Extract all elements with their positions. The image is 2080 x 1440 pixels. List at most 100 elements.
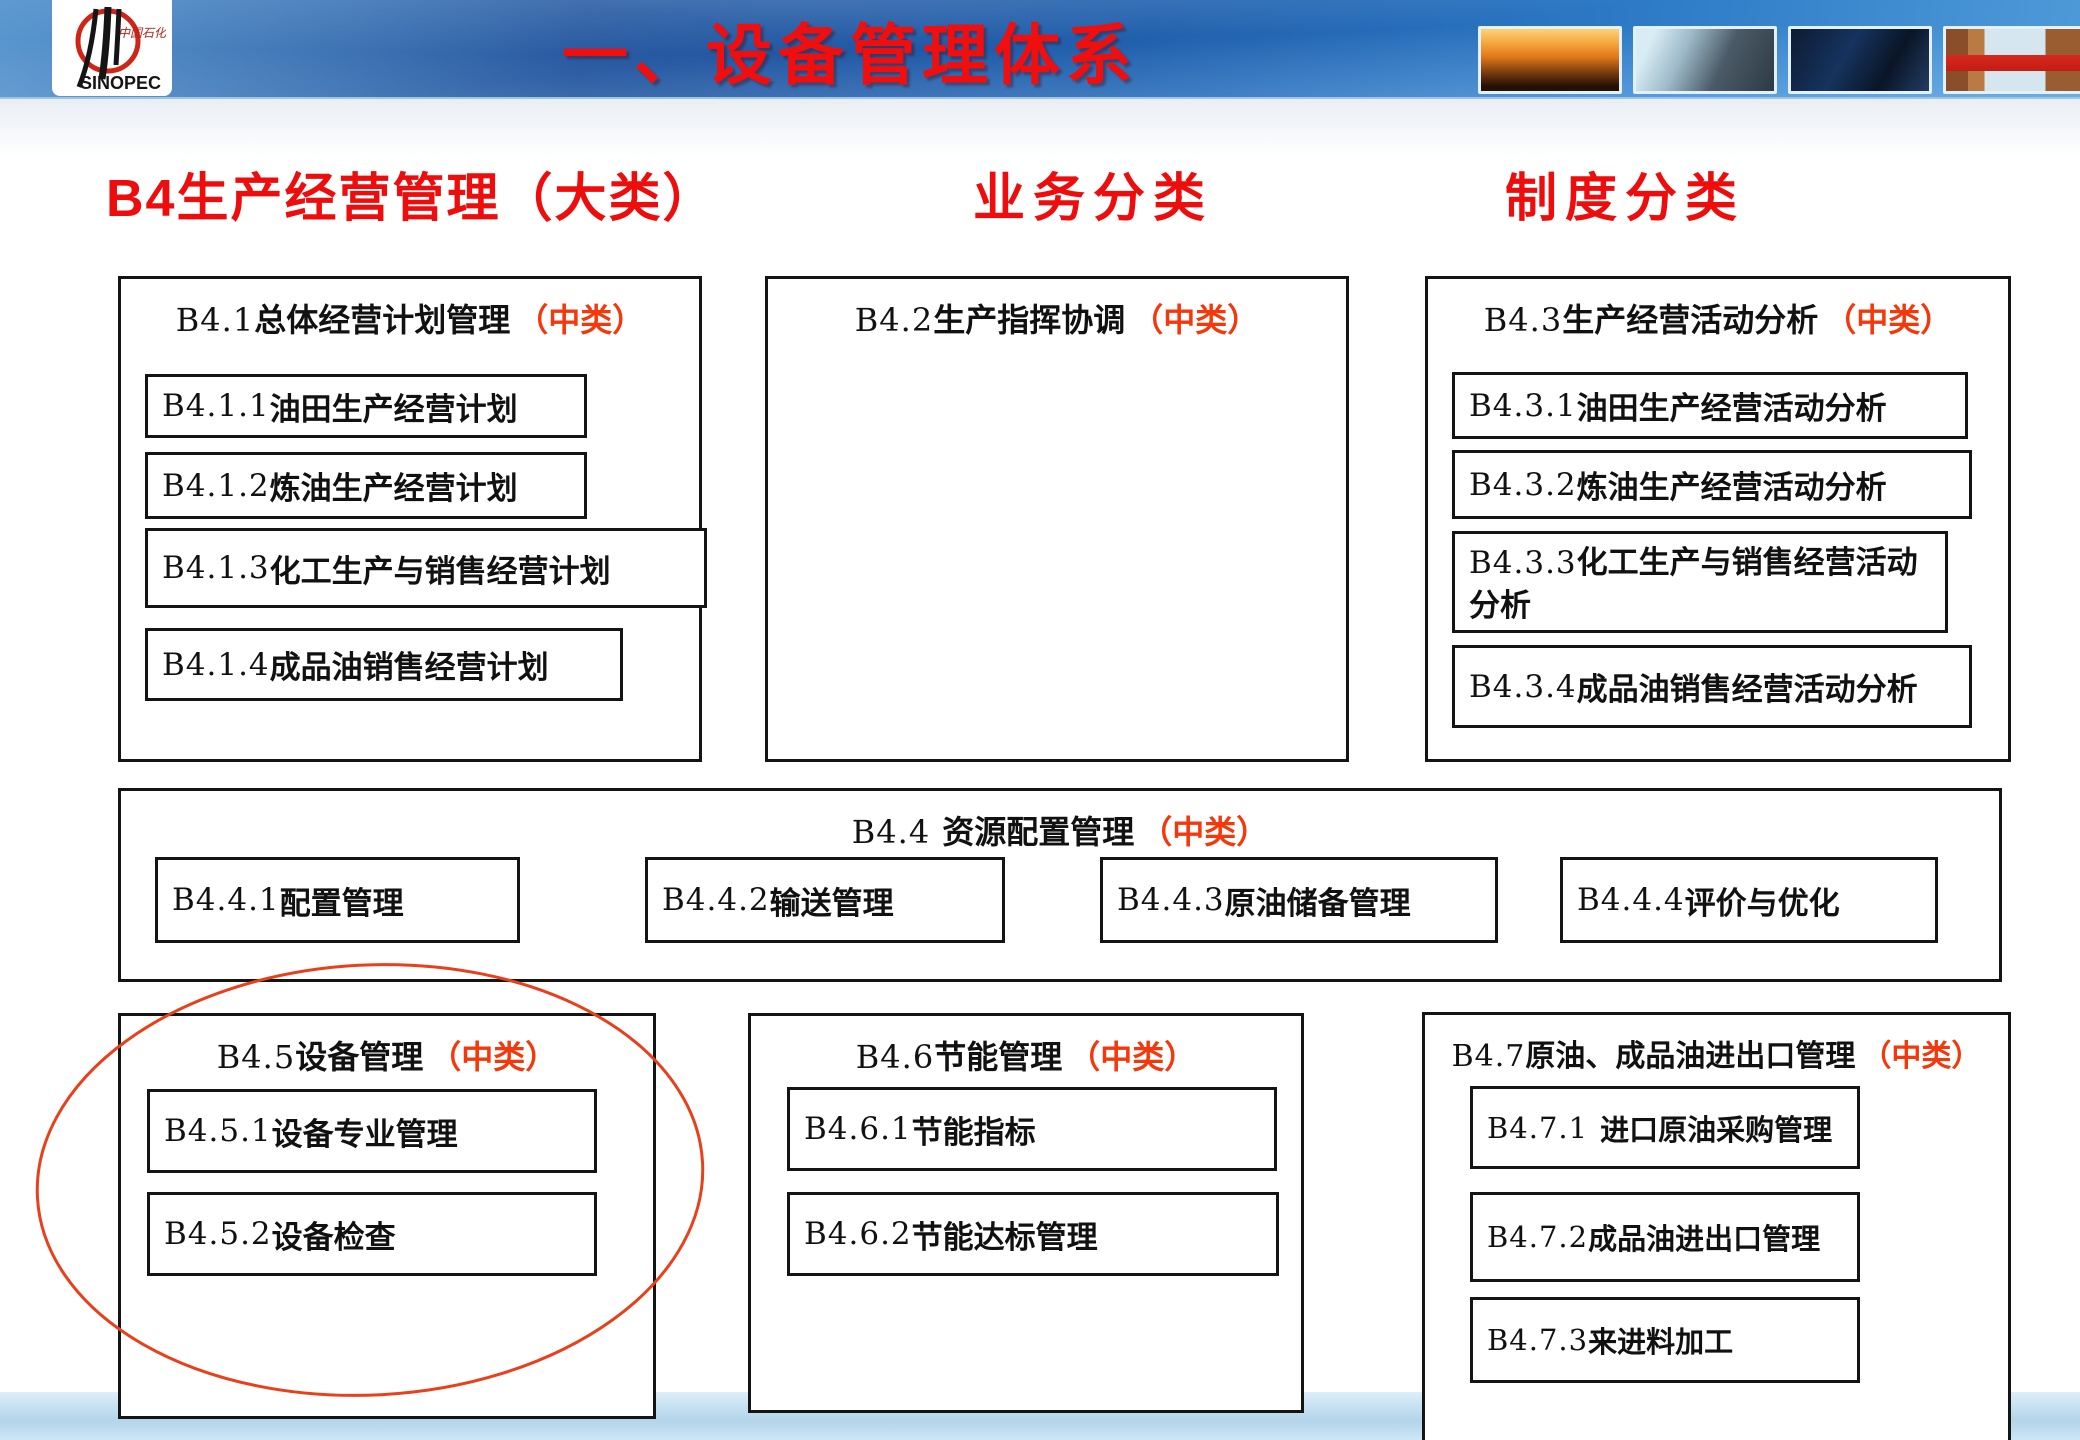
subitem-b451-label: 设备专业管理 bbox=[272, 1109, 458, 1154]
box-b42: B4.2生产指挥协调（中类） bbox=[765, 276, 1349, 762]
box-b42-title: 生产指挥协调 bbox=[933, 302, 1125, 338]
subitem-b412-label: 炼油生产经营计划 bbox=[270, 463, 518, 508]
box-b41-title: 总体经营计划管理 bbox=[254, 302, 510, 338]
subitem-b413-code: B4.1.3 bbox=[162, 550, 270, 586]
box-b44-header: B4.4 资源配置管理（中类） bbox=[121, 791, 1999, 853]
box-b43-tag: （中类） bbox=[1824, 302, 1952, 338]
subitem-b431-code: B4.3.1 bbox=[1469, 388, 1577, 424]
subitem-b432: B4.3.2炼油生产经营活动分析 bbox=[1452, 450, 1972, 519]
heading-main-category: B4生产经营管理（大类） bbox=[106, 156, 716, 231]
subitem-b461-code: B4.6.1 bbox=[804, 1111, 912, 1147]
subitem-b452-label: 设备检查 bbox=[272, 1212, 396, 1257]
subitem-b442: B4.4.2输送管理 bbox=[645, 857, 1005, 943]
subitem-b461-label: 节能指标 bbox=[912, 1107, 1036, 1152]
box-b41-code: B4.1 bbox=[176, 301, 254, 339]
subitem-b471: B4.7.1 进口原油采购管理 bbox=[1470, 1086, 1860, 1169]
box-b43-title: 生产经营活动分析 bbox=[1562, 302, 1818, 338]
subitem-b434-code: B4.3.4 bbox=[1469, 669, 1577, 705]
subitem-b412-code: B4.1.2 bbox=[162, 468, 270, 504]
sinopec-logo-icon: 中国石化 SINOPEC bbox=[58, 3, 166, 93]
box-b46-code: B4.6 bbox=[856, 1038, 934, 1076]
logo-cn-text: 中国石化 bbox=[118, 26, 166, 40]
slide: 中国石化 SINOPEC 一、设备管理体系 B4生产经营管理（大类） 业务分类 … bbox=[0, 0, 2080, 1440]
subitem-b434-label: 成品油销售经营活动分析 bbox=[1577, 664, 1918, 709]
box-b46-title: 节能管理 bbox=[934, 1039, 1062, 1075]
subitem-b413-label: 化工生产与销售经营计划 bbox=[270, 546, 611, 591]
box-b43-header: B4.3生产经营活动分析（中类） bbox=[1428, 279, 2008, 341]
subitem-b431: B4.3.1油田生产经营活动分析 bbox=[1452, 372, 1968, 439]
subitem-b411-label: 油田生产经营计划 bbox=[270, 384, 518, 429]
subitem-b461: B4.6.1节能指标 bbox=[787, 1087, 1277, 1171]
subitem-b414-label: 成品油销售经营计划 bbox=[270, 642, 549, 687]
subitem-b443: B4.4.3原油储备管理 bbox=[1100, 857, 1498, 943]
subitem-b444-code: B4.4.4 bbox=[1577, 882, 1685, 918]
box-b45-code: B4.5 bbox=[217, 1038, 295, 1076]
box-b41-tag: （中类） bbox=[516, 302, 644, 338]
subitem-b434: B4.3.4成品油销售经营活动分析 bbox=[1452, 645, 1972, 728]
subitem-b433-code: B4.3.3 bbox=[1469, 545, 1577, 581]
subitem-b473: B4.7.3来进料加工 bbox=[1470, 1297, 1860, 1383]
box-b41-header: B4.1总体经营计划管理（中类） bbox=[121, 279, 699, 341]
subitem-b462: B4.6.2节能达标管理 bbox=[787, 1192, 1279, 1276]
box-b42-header: B4.2生产指挥协调（中类） bbox=[768, 279, 1346, 341]
subitem-b414-code: B4.1.4 bbox=[162, 647, 270, 683]
subitem-b472: B4.7.2成品油进出口管理 bbox=[1470, 1192, 1860, 1282]
subitem-b432-code: B4.3.2 bbox=[1469, 467, 1577, 503]
photo-strip bbox=[1478, 26, 2080, 94]
box-b45-title: 设备管理 bbox=[295, 1039, 423, 1075]
subitem-b452-code: B4.5.2 bbox=[164, 1216, 272, 1252]
subitem-b441-label: 配置管理 bbox=[280, 878, 404, 923]
subitem-b443-code: B4.4.3 bbox=[1117, 882, 1225, 918]
page-title: 一、设备管理体系 bbox=[520, 2, 1180, 98]
box-b47-tag: （中类） bbox=[1861, 1040, 1981, 1073]
subitem-b471-code: B4.7.1 bbox=[1487, 1111, 1588, 1145]
subitem-b442-label: 输送管理 bbox=[770, 878, 894, 923]
box-b45-tag: （中类） bbox=[429, 1039, 557, 1075]
heading-business-category: 业务分类 bbox=[973, 156, 1213, 231]
subitem-b433: B4.3.3化工生产与销售经营活动分析 bbox=[1452, 531, 1948, 633]
box-b47-code: B4.7 bbox=[1452, 1039, 1526, 1074]
gas-station-photo bbox=[1943, 26, 2080, 94]
subitem-b431-label: 油田生产经营活动分析 bbox=[1577, 383, 1887, 428]
header-fade bbox=[0, 99, 2080, 157]
subitem-b411-code: B4.1.1 bbox=[162, 388, 270, 424]
subitem-b414: B4.1.4成品油销售经营计划 bbox=[145, 628, 623, 701]
box-b44-code: B4.4 bbox=[852, 813, 930, 851]
subitem-b413: B4.1.3化工生产与销售经营计划 bbox=[145, 528, 707, 608]
subitem-b412: B4.1.2炼油生产经营计划 bbox=[145, 452, 587, 519]
subitem-b451-code: B4.5.1 bbox=[164, 1113, 272, 1149]
subitem-b473-code: B4.7.3 bbox=[1487, 1323, 1588, 1357]
subitem-b462-label: 节能达标管理 bbox=[912, 1212, 1098, 1257]
box-b42-tag: （中类） bbox=[1131, 302, 1259, 338]
box-b43-code: B4.3 bbox=[1484, 301, 1562, 339]
subitem-b441-code: B4.4.1 bbox=[172, 882, 280, 918]
subitem-b473-label: 来进料加工 bbox=[1588, 1319, 1733, 1361]
subitem-b432-label: 炼油生产经营活动分析 bbox=[1577, 462, 1887, 507]
oil-derrick-sunset-photo bbox=[1478, 26, 1622, 94]
subitem-b472-code: B4.7.2 bbox=[1487, 1220, 1588, 1254]
sinopec-logo: 中国石化 SINOPEC bbox=[52, 0, 172, 96]
subitem-b444-label: 评价与优化 bbox=[1685, 878, 1840, 923]
box-b47-header: B4.7原油、成品油进出口管理（中类） bbox=[1425, 1015, 2008, 1075]
subitem-b472-label: 成品油进出口管理 bbox=[1588, 1216, 1820, 1258]
subitem-b411: B4.1.1油田生产经营计划 bbox=[145, 374, 587, 438]
industrial-night-photo bbox=[1788, 26, 1932, 94]
subitem-b441: B4.4.1配置管理 bbox=[155, 857, 520, 943]
heading-system-category: 制度分类 bbox=[1505, 156, 1745, 231]
subitem-b443-label: 原油储备管理 bbox=[1225, 878, 1411, 923]
box-b46-tag: （中类） bbox=[1068, 1039, 1196, 1075]
subitem-b462-code: B4.6.2 bbox=[804, 1216, 912, 1252]
box-b44-tag: （中类） bbox=[1140, 814, 1268, 850]
subitem-b452: B4.5.2设备检查 bbox=[147, 1192, 597, 1276]
refinery-sphere-tank-photo bbox=[1633, 26, 1777, 94]
subitem-b471-label: 进口原油采购管理 bbox=[1600, 1107, 1832, 1149]
subitem-b442-code: B4.4.2 bbox=[662, 882, 770, 918]
box-b45-header: B4.5设备管理（中类） bbox=[121, 1016, 653, 1078]
subitem-b444: B4.4.4评价与优化 bbox=[1560, 857, 1938, 943]
logo-en-text: SINOPEC bbox=[80, 73, 161, 93]
box-b46-header: B4.6节能管理（中类） bbox=[751, 1016, 1301, 1078]
box-b42-code: B4.2 bbox=[855, 301, 933, 339]
box-b47-title: 原油、成品油进出口管理 bbox=[1525, 1040, 1855, 1073]
box-b44-title: 资源配置管理 bbox=[942, 814, 1134, 850]
subitem-b451: B4.5.1设备专业管理 bbox=[147, 1089, 597, 1173]
